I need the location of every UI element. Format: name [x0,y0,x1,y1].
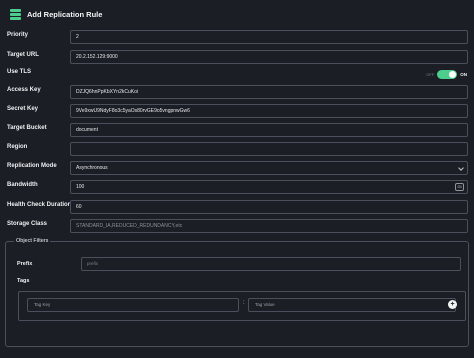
target-url-label: Target URL [7,52,39,58]
modal-title: Add Replication Rule [27,9,103,19]
modal-header: Add Replication Rule [0,0,474,28]
storage-class-row: Storage Class STANDARD_IA,REDUCED_REDUND… [0,218,474,234]
region-row: Region [0,141,474,157]
region-input[interactable] [70,142,468,156]
chevron-down-icon [458,165,464,171]
use-tls-label: Use TLS [7,69,32,75]
tags-container: Tag Key : Tag Value + [18,291,466,321]
secret-key-input[interactable]: 9Ve9xwU9NdyF8o3c5yaOs80rvGE9o5vngpnwGw6 [70,104,468,118]
use-tls-toggle-group: OFF ON [426,69,467,79]
health-check-input[interactable]: 60 [70,200,468,214]
access-key-input[interactable]: DZJQ6hnPpKbXYn2kCuKoi [70,85,468,99]
secret-key-label: Secret Key [7,106,39,112]
replication-mode-value: Asynchronous [76,165,108,171]
bandwidth-label: Bandwidth [7,182,38,188]
priority-label: Priority [7,32,29,38]
bandwidth-value: 100 [76,184,85,190]
priority-input[interactable]: 2 [70,30,468,44]
access-key-label: Access Key [7,87,41,93]
bandwidth-input[interactable]: 100 Gi [70,180,468,194]
object-filters-fieldset: Object Filters Prefix prefix Tags Tag Ke… [5,238,469,347]
use-tls-toggle[interactable] [437,69,458,79]
bandwidth-row: Bandwidth 100 Gi [0,179,474,195]
access-key-row: Access Key DZJQ6hnPpKbXYn2kCuKoi [0,84,474,100]
target-url-input[interactable]: 20.2.152.129:9000 [70,50,468,64]
health-check-label: Health Check Duration [7,202,72,208]
secret-key-row: Secret Key 9Ve9xwU9NdyF8o3c5yaOs80rvGE9o… [0,103,474,119]
toggle-on-label: ON [460,71,467,77]
bandwidth-unit-selector[interactable]: Gi [455,183,464,191]
prefix-input[interactable]: prefix [81,257,461,271]
toggle-off-label: OFF [426,71,435,77]
tag-key-input[interactable]: Tag Key [27,298,239,312]
replication-mode-row: Replication Mode Asynchronous [0,160,474,176]
priority-row: Priority 2 [0,29,474,45]
toggle-knob [449,70,457,78]
add-tag-button[interactable]: + [448,300,457,309]
storage-class-input[interactable]: STANDARD_IA,REDUCED_REDUNDANCY,etc [70,219,468,233]
replication-logo-icon [10,8,21,20]
prefix-label: Prefix [17,261,33,267]
target-bucket-row: Target Bucket document [0,122,474,138]
health-check-row: Health Check Duration 60 [0,199,474,215]
tag-value-input[interactable]: Tag Value [248,298,456,312]
use-tls-row: Use TLS OFF ON [0,66,474,82]
target-url-row: Target URL 20.2.152.129:9000 [0,49,474,65]
tags-label: Tags [17,278,30,284]
replication-mode-select[interactable]: Asynchronous [70,161,468,175]
target-bucket-label: Target Bucket [7,125,47,131]
target-bucket-input[interactable]: document [70,123,468,137]
storage-class-label: Storage Class [7,221,48,227]
object-filters-legend: Object Filters [14,238,51,244]
tag-separator: : [243,300,245,306]
region-label: Region [7,144,28,150]
replication-mode-label: Replication Mode [7,163,57,169]
